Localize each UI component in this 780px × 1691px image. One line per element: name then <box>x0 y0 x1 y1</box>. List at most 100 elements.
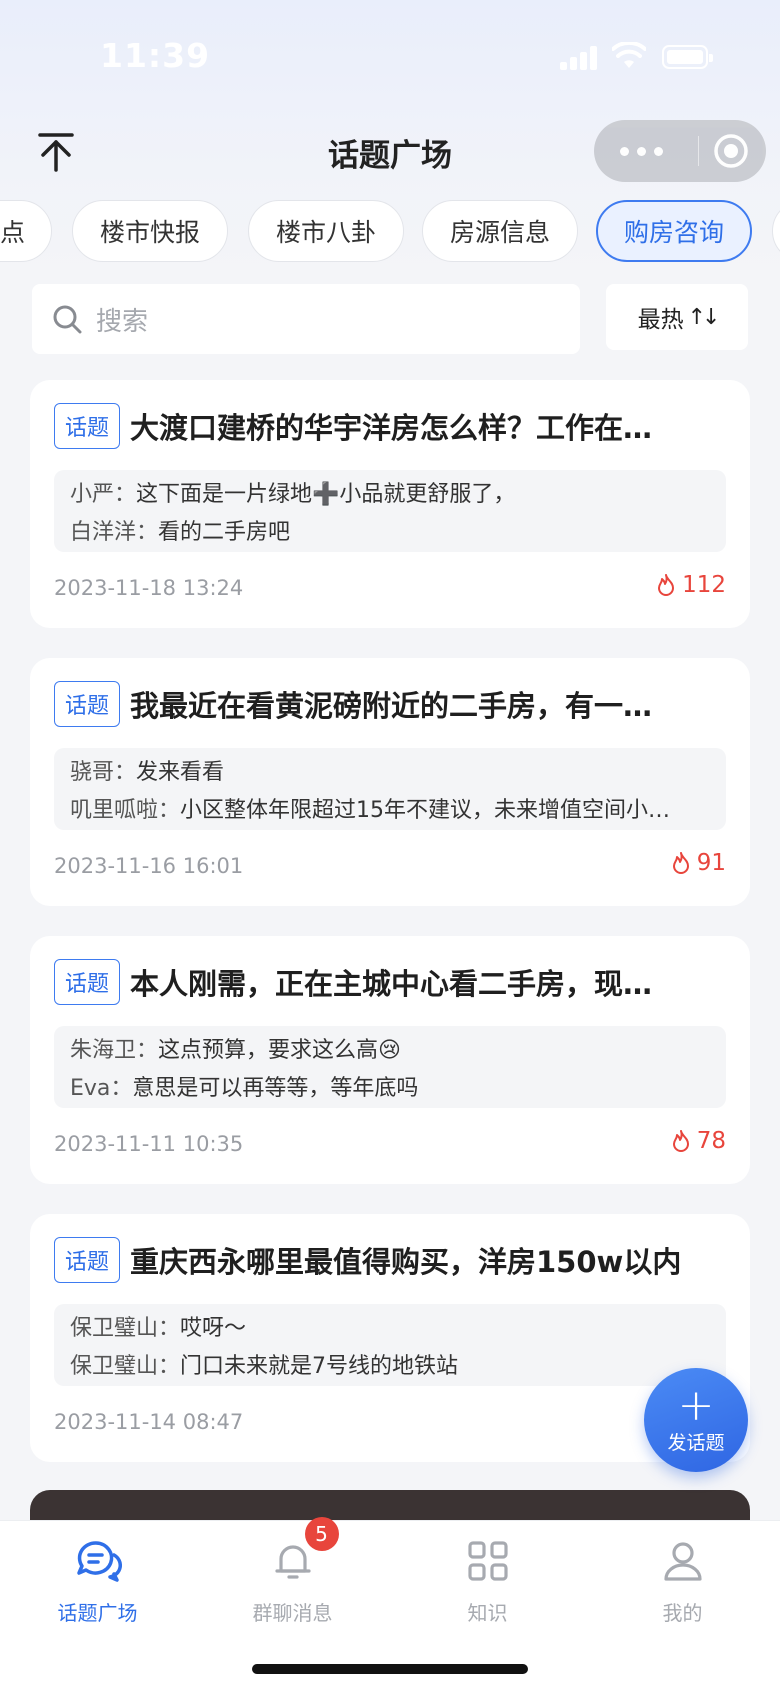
comment-line: 骁哥：发来看看 <box>70 754 710 792</box>
sort-label: 最热 <box>637 307 684 333</box>
topic-card[interactable]: 话题 重庆西永哪里最值得购买，洋房150w以内 保卫璧山：哎呀～ 保卫璧山：门口… <box>30 1214 750 1462</box>
comment-preview: 朱海卫：这点预算，要求这么高😢 Eva：意思是可以再等等，等年底吗 <box>54 1026 726 1108</box>
card-title: 我最近在看黄泥磅附近的二手房，有一… <box>130 689 653 723</box>
tab-label: 房源信息 <box>449 218 550 247</box>
comment-text: 发来看看 <box>136 760 225 785</box>
capsule-divider <box>698 136 699 166</box>
card-header: 话题 大渡口建桥的华宇洋房怎么样？工作在… <box>54 402 726 450</box>
tab-next-partial[interactable] <box>772 200 780 262</box>
tab-hotspot[interactable]: 点 <box>0 200 52 262</box>
chat-bubbles-icon <box>76 1541 122 1582</box>
comment-text: 门口未来就是7号线的地铁站 <box>180 1354 459 1379</box>
tabbar-label: 话题广场 <box>57 1601 138 1625</box>
tab-label: 楼市快报 <box>99 218 200 247</box>
comment-user: Eva： <box>70 1076 133 1101</box>
tab-label: 楼市八卦 <box>275 218 376 247</box>
status-bar: 11:39 <box>0 0 780 110</box>
comment-user: 朱海卫： <box>70 1038 159 1063</box>
comment-preview: 小严：这下面是一片绿地➕小品就更舒服了， 白洋洋：看的二手房吧 <box>54 470 726 552</box>
tab-label: 购房咨询 <box>623 218 724 247</box>
flame-icon <box>672 852 689 874</box>
battery-icon <box>662 45 713 69</box>
status-time: 11:39 <box>100 36 211 75</box>
comment-preview: 保卫璧山：哎呀～ 保卫璧山：门口未来就是7号线的地铁站 <box>54 1304 726 1386</box>
more-menu-button[interactable] <box>620 120 690 182</box>
search-icon <box>53 305 82 334</box>
home-indicator[interactable] <box>252 1664 528 1674</box>
comment-user: 叽里呱啦： <box>70 798 181 823</box>
flame-icon <box>658 574 675 596</box>
tabbar-label: 知识 <box>467 1601 508 1625</box>
topic-card[interactable]: 话题 我最近在看黄泥磅附近的二手房，有一… 骁哥：发来看看 叽里呱啦：小区整体年… <box>30 658 750 906</box>
tab-market-gossip[interactable]: 楼市八卦 <box>248 200 404 262</box>
tabbar-item-group-messages[interactable]: 5 群聊消息 <box>195 1517 390 1633</box>
comment-text: 看的二手房吧 <box>158 520 291 545</box>
card-date: 2023-11-11 10:35 <box>54 1132 244 1156</box>
topic-card[interactable]: 话题 本人刚需，正在主城中心看二手房，现… 朱海卫：这点预算，要求这么高😢 Ev… <box>30 936 750 1184</box>
tab-market-news[interactable]: 楼市快报 <box>72 200 228 262</box>
sort-button[interactable]: 最热 ↑↓ <box>606 284 748 350</box>
hot-value: 112 <box>682 572 726 598</box>
comment-line: 朱海卫：这点预算，要求这么高😢 <box>70 1032 710 1070</box>
comment-user: 保卫璧山： <box>70 1354 181 1379</box>
hot-count: 78 <box>670 1128 726 1154</box>
comment-text: 意思是可以再等等，等年底吗 <box>132 1076 419 1101</box>
card-title: 本人刚需，正在主城中心看二手房，现… <box>130 967 653 1001</box>
comment-text: 哎呀～ <box>180 1316 247 1341</box>
card-header: 话题 重庆西永哪里最值得购买，洋房150w以内 <box>54 1236 726 1284</box>
tab-purchase-consult[interactable]: 购房咨询 <box>596 200 752 262</box>
comment-line: 叽里呱啦：小区整体年限超过15年不建议，未来增值空间小… <box>70 792 710 830</box>
hot-count: 112 <box>655 572 726 598</box>
mini-program-capsule <box>594 120 766 182</box>
card-date: 2023-11-16 16:01 <box>54 854 244 878</box>
search-input[interactable]: 搜索 <box>32 284 580 354</box>
comment-user: 保卫璧山： <box>70 1316 181 1341</box>
tabbar-item-knowledge[interactable]: 知识 <box>390 1537 585 1633</box>
comment-line: 小严：这下面是一片绿地➕小品就更舒服了， <box>70 476 710 514</box>
comment-user: 骁哥： <box>70 760 137 785</box>
comment-line: 白洋洋：看的二手房吧 <box>70 514 710 552</box>
tabbar-label: 我的 <box>662 1601 703 1625</box>
sort-arrows-icon: ↑↓ <box>687 304 721 330</box>
card-header: 话题 我最近在看黄泥磅附近的二手房，有一… <box>54 680 726 728</box>
search-placeholder: 搜索 <box>96 306 149 337</box>
comment-line: 保卫璧山：哎呀～ <box>70 1310 710 1348</box>
comment-line: Eva：意思是可以再等等，等年底吗 <box>70 1070 710 1108</box>
tabbar-label: 群聊消息 <box>252 1601 333 1625</box>
grid-icon <box>467 1541 508 1581</box>
comment-user: 白洋洋： <box>70 520 159 545</box>
comment-text: 这下面是一片绿地➕小品就更舒服了， <box>136 482 516 507</box>
wifi-icon <box>612 42 646 68</box>
close-target-icon[interactable] <box>712 132 750 170</box>
hot-value: 78 <box>696 1128 726 1154</box>
hot-count: 91 <box>670 850 726 876</box>
topic-tag: 话题 <box>54 1237 120 1283</box>
user-icon <box>663 1542 702 1581</box>
category-tabs: 点 楼市快报 楼市八卦 房源信息 购房咨询 <box>0 200 780 262</box>
unread-badge: 5 <box>304 1517 339 1551</box>
comment-user: 小严： <box>70 482 137 507</box>
comment-line: 保卫璧山：门口未来就是7号线的地铁站 <box>70 1348 710 1386</box>
card-header: 话题 本人刚需，正在主城中心看二手房，现… <box>54 958 726 1006</box>
tab-label: 点 <box>0 218 25 247</box>
comment-text: 小区整体年限超过15年不建议，未来增值空间小… <box>180 798 671 823</box>
topic-tag: 话题 <box>54 403 120 449</box>
comment-preview: 骁哥：发来看看 叽里呱啦：小区整体年限超过15年不建议，未来增值空间小… <box>54 748 726 830</box>
tab-listings[interactable]: 房源信息 <box>422 200 578 262</box>
card-date: 2023-11-14 08:47 <box>54 1410 244 1434</box>
comment-text: 这点预算，要求这么高😢 <box>158 1038 401 1063</box>
hot-value: 91 <box>696 850 726 876</box>
tabbar-item-mine[interactable]: 我的 <box>585 1537 780 1633</box>
card-title: 重庆西永哪里最值得购买，洋房150w以内 <box>130 1245 682 1279</box>
card-title: 大渡口建桥的华宇洋房怎么样？工作在… <box>130 411 653 445</box>
post-topic-label: 发话题 <box>667 1431 725 1454</box>
post-topic-button[interactable]: + 发话题 <box>644 1368 748 1472</box>
flame-icon <box>672 1130 689 1152</box>
topic-tag: 话题 <box>54 681 120 727</box>
topic-card[interactable]: 话题 大渡口建桥的华宇洋房怎么样？工作在… 小严：这下面是一片绿地➕小品就更舒服… <box>30 380 750 628</box>
card-date: 2023-11-18 13:24 <box>54 576 244 600</box>
cellular-signal-icon <box>560 46 600 70</box>
plus-icon: + <box>677 1379 715 1431</box>
bell-icon-wrap: 5 <box>269 1517 339 1585</box>
tabbar-item-topic-square[interactable]: 话题广场 <box>0 1537 195 1633</box>
